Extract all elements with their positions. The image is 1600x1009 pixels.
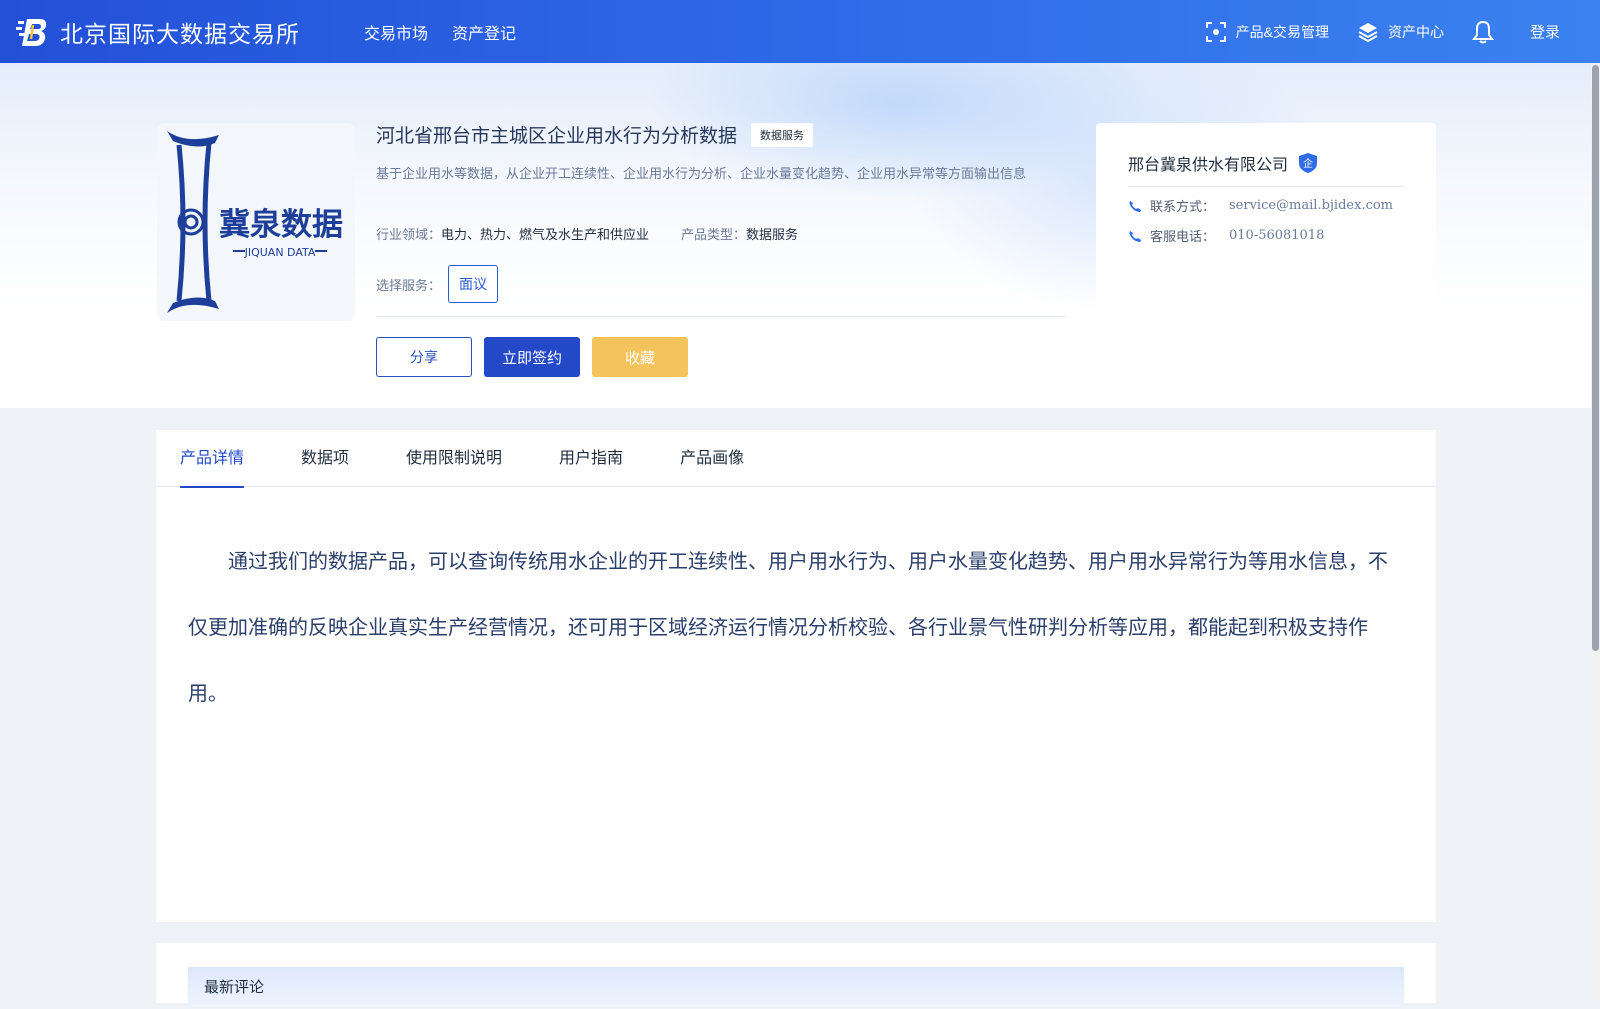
product-type-tag: 数据服务 [751,122,814,147]
comments-title: 最新评论 [188,967,1404,1007]
service-option-negotiable[interactable]: 面议 [448,265,499,303]
phone-label: 客服电话： [1150,229,1216,244]
favorite-button[interactable]: 收藏 [592,337,688,377]
scrollbar-thumb[interactable] [1592,65,1599,651]
notification-button[interactable] [1471,20,1494,44]
nav-item-asset-registration[interactable]: 资产登记 [452,20,516,44]
divider [376,316,1066,317]
product-type-label: 产品类型： [681,227,747,242]
logo-en-text: JIQUAN DATA [244,246,316,259]
product-description: 基于企业用水等数据，从企业开工连续性、企业用水行为分析、企业水量变化趋势、企业用… [376,166,1027,181]
tab-user-guide[interactable]: 用户指南 [559,430,623,487]
action-buttons: 分享 立即签约 收藏 [376,337,700,377]
logo-cn-text: 冀泉数据 [219,207,343,243]
jiquan-data-logo: 冀泉数据 JIQUAN DATA [167,131,343,313]
product-detail-text: 通过我们的数据产品，可以查询传统用水企业的开工连续性、用户用水行为、用户水量变化… [188,549,1388,705]
service-label: 选择服务： [376,277,442,293]
tab-usage-restrictions[interactable]: 使用限制说明 [406,430,502,487]
asset-center-link[interactable]: 资产中心 [1357,21,1444,43]
company-name-row: 邢台冀泉供水有限公司 企 [1128,151,1318,175]
share-button[interactable]: 分享 [376,337,472,377]
contact-email[interactable]: service@mail.bjidex.com [1229,198,1393,213]
product-logo: 冀泉数据 JIQUAN DATA [157,123,355,321]
contact-email-row: 联系方式： service@mail.bjidex.com [1128,196,1393,215]
enterprise-verified-icon: 企 [1299,153,1318,173]
product-trade-management-label: 产品&交易管理 [1235,23,1329,40]
header-actions: 产品&交易管理 资产中心 登录 [1177,20,1560,44]
tab-product-details[interactable]: 产品详情 [180,430,245,488]
page-scrollbar[interactable] [1591,63,1600,1000]
scan-icon [1205,21,1226,42]
nav-item-market[interactable]: 交易市场 [364,20,428,44]
company-name[interactable]: 邢台冀泉供水有限公司 [1128,151,1288,175]
comments-section: 最新评论 [156,943,1436,1007]
product-trade-management-link[interactable]: 产品&交易管理 [1205,21,1329,43]
bell-icon [1471,20,1494,43]
contact-phone-row: 客服电话： 010-56081018 [1128,226,1324,245]
site-name: 北京国际大数据交易所 [60,21,300,48]
tab-product-profile[interactable]: 产品画像 [680,430,744,487]
product-hero: 冀泉数据 JIQUAN DATA 河北省邢台市主城区企业用水行为分析数据 数据服… [0,63,1600,408]
industry-value: 电力、热力、燃气及水生产和供应业 [441,227,650,242]
product-meta: 行业领域： 电力、热力、燃气及水生产和供应业 产品类型： 数据服务 [376,224,798,243]
bjidex-logo-icon [16,18,47,46]
contact-label: 联系方式： [1150,199,1216,214]
product-type-value: 数据服务 [746,227,799,242]
detail-tabs: 产品详情 数据项 使用限制说明 用户指南 产品画像 [156,430,1436,488]
main-nav: 交易市场 资产登记 [364,20,540,44]
login-link[interactable]: 登录 [1530,21,1560,42]
top-header: 北京国际大数据交易所 交易市场 资产登记 产品&交易管理 资产中心 登录 [0,0,1600,63]
product-title: 河北省邢台市主城区企业用水行为分析数据 [376,125,738,147]
enterprise-badge-text: 企 [1303,157,1313,170]
asset-center-label: 资产中心 [1387,23,1444,40]
industry-label: 行业领域： [376,227,442,242]
site-logo[interactable]: 北京国际大数据交易所 [16,15,300,49]
phone-icon [1129,230,1141,242]
phone-number: 010-56081018 [1229,228,1325,243]
sign-now-button[interactable]: 立即签约 [484,337,580,377]
phone-icon [1129,200,1141,212]
company-card: 邢台冀泉供水有限公司 企 联系方式： service@mail.bjidex.c… [1096,123,1436,333]
tab-data-items[interactable]: 数据项 [301,430,349,487]
product-title-row: 河北省邢台市主城区企业用水行为分析数据 数据服务 [376,121,814,148]
divider [1128,186,1404,187]
layers-icon [1358,22,1378,42]
service-selector: 选择服务： 面议 [376,265,499,303]
product-detail-panel: 产品详情 数据项 使用限制说明 用户指南 产品画像 通过我们的数据产品，可以查询… [156,430,1436,922]
